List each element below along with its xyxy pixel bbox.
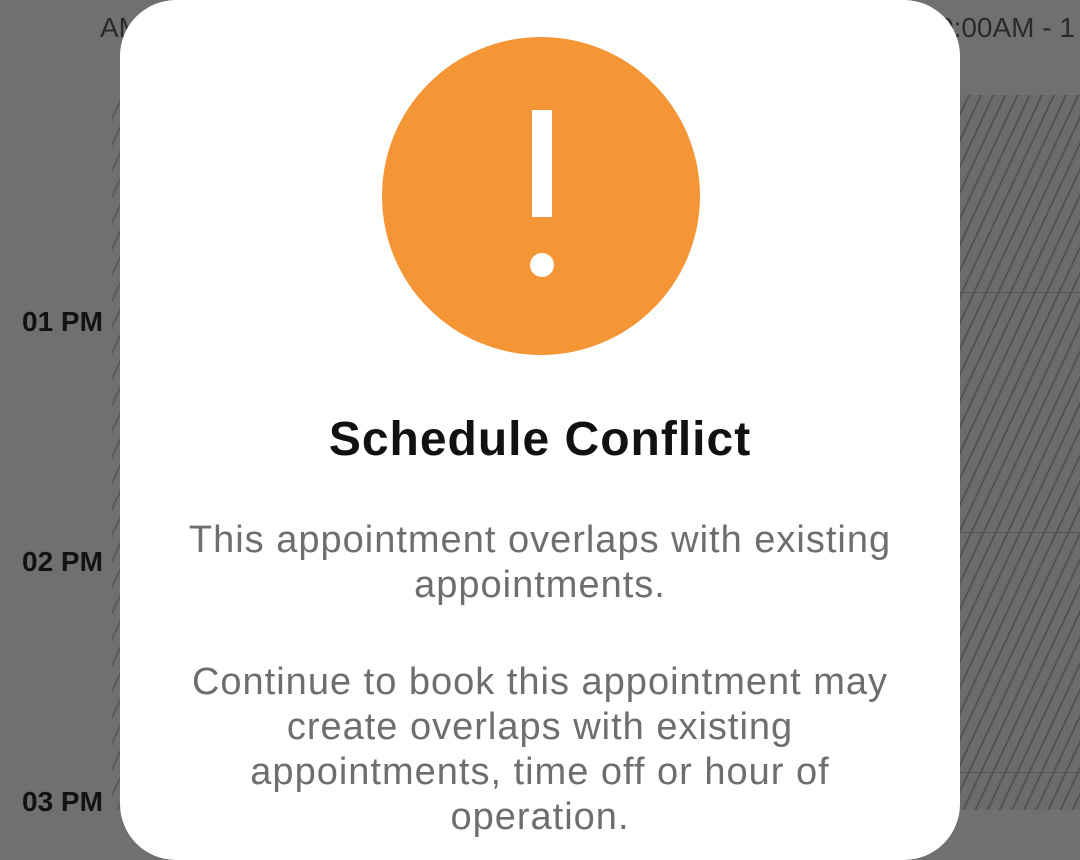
exclamation-dot (530, 253, 554, 277)
dialog-title: Schedule Conflict (328, 413, 752, 466)
dialog-message-warning: Continue to book this appointment may cr… (191, 661, 889, 838)
time-slot-label: 01 PM (22, 306, 103, 337)
calendar-column-edge (112, 95, 120, 810)
hour-divider (958, 532, 1080, 533)
schedule-conflict-dialog: Schedule Conflict This appointment overl… (120, 0, 960, 860)
time-slot-label: 03 PM (22, 786, 103, 817)
time-slot-label: 02 PM (22, 546, 103, 577)
exclamation-bar (532, 110, 552, 217)
unavailable-time-hatch (958, 95, 1080, 810)
dialog-message-overlap: This appointment overlaps with existing … (188, 519, 892, 606)
exclamation-circle-icon (382, 37, 700, 355)
hour-divider (958, 292, 1080, 293)
hour-divider (958, 772, 1080, 773)
calendar-header-time-range: 0:00AM - 1 (938, 12, 1075, 43)
